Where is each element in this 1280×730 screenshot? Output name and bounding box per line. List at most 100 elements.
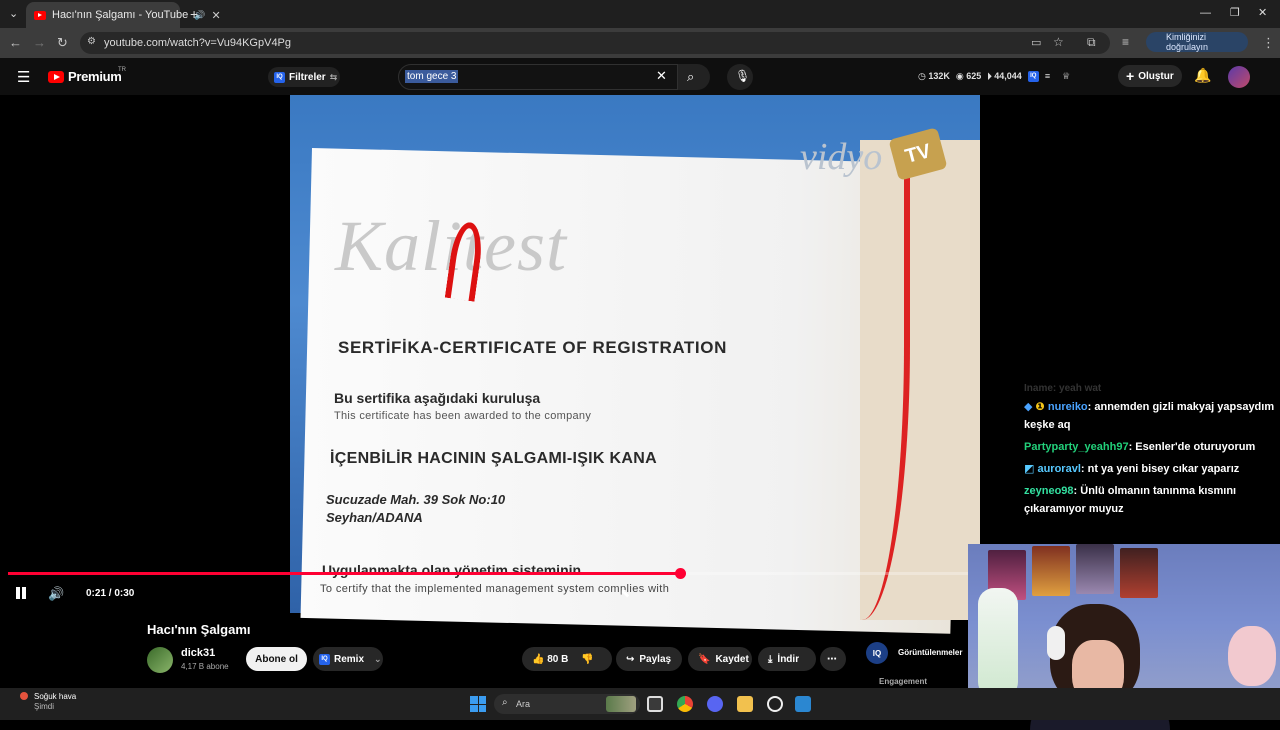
progress-played	[8, 572, 680, 575]
share-label: Paylaş	[639, 653, 672, 665]
bookmark-icon: 🔖	[698, 653, 711, 665]
address-line-1: Sucuzade Mah. 39 Sok No:10	[326, 492, 506, 507]
identity-button[interactable]: Kimliğinizi doğrulayın	[1146, 32, 1248, 52]
youtube-logo-text[interactable]: Premium	[68, 69, 122, 84]
time-display: 0:21 / 0:30	[86, 588, 135, 599]
wall-poster	[1120, 548, 1158, 598]
maximize-icon[interactable]: ❐	[1230, 6, 1240, 19]
channel-avatar[interactable]	[147, 647, 173, 673]
tab-list-chevron-icon[interactable]: ⌄	[9, 7, 18, 20]
account-avatar[interactable]	[1228, 66, 1250, 88]
bookmark-star-icon[interactable]: ☆	[1053, 35, 1064, 49]
chat-username: nureiko	[1047, 401, 1088, 413]
save-button[interactable]: 🔖 Kaydet	[688, 647, 752, 671]
video-title: Hacı'nın Şalgamı	[147, 622, 251, 637]
weather-widget[interactable]: Soğuk hava Şimdi	[34, 692, 76, 712]
chat-username: auroravl	[1037, 463, 1081, 475]
address-line-2: Seyhan/ADANA	[326, 510, 423, 525]
share-icon: ↪	[626, 653, 635, 665]
photos-icon[interactable]	[795, 696, 811, 712]
weather-icon[interactable]	[20, 692, 28, 700]
iq-badge-icon: IQ	[274, 71, 285, 83]
engagement-title: Görüntülenmeler	[898, 648, 963, 657]
webcam-plush-toy	[1228, 626, 1276, 686]
chat-badge-icon: ❶	[1035, 401, 1045, 413]
filters-button[interactable]: IQ Filtreler ⇆	[268, 67, 340, 87]
certificate-footer-en: To certify that the implemented manageme…	[320, 583, 670, 595]
windows-taskbar	[0, 688, 1280, 720]
queue-icon[interactable]: ≡	[1045, 71, 1050, 82]
browser-menu-icon[interactable]: ⋮	[1262, 35, 1275, 51]
certificate-heading: SERTİFİKA-CERTIFICATE OF REGISTRATION	[338, 338, 727, 357]
chat-badge-icon: ◆	[1024, 401, 1033, 413]
voice-search-button[interactable]: 🎙	[727, 64, 753, 90]
identity-label: Kimliğinizi doğrulayın	[1166, 32, 1209, 52]
url-field[interactable]: youtube.com/watch?v=Vu94KGpV4Pg	[80, 32, 1110, 54]
discord-icon[interactable]	[707, 696, 723, 712]
search-highlight-icon[interactable]	[606, 696, 636, 712]
certificate-footer-tr: Uygulanmakta olan yönetim sisteminin	[322, 562, 582, 578]
chat-message: ◩ auroravl: nt ya yeni bisey cıkar yapar…	[1024, 460, 1276, 478]
notifications-bell-icon[interactable]: 🔔	[1194, 67, 1211, 84]
volume-icon[interactable]: 🔊	[48, 586, 64, 602]
share-button[interactable]: ↪ Paylaş	[616, 647, 682, 671]
save-label: Kaydet	[715, 653, 749, 665]
mouse-cursor-icon: ⬉	[620, 586, 631, 600]
thumbs-up-icon: 👍	[532, 653, 545, 665]
remix-button[interactable]: IQ Remix ⌄	[313, 647, 383, 671]
streamer-headset	[1047, 626, 1065, 660]
filters-label: Filtreler	[289, 71, 326, 83]
reading-list-icon[interactable]: ≡	[1122, 35, 1129, 49]
hamburger-menu-icon[interactable]: ☰	[17, 68, 30, 86]
back-icon[interactable]: ←	[9, 35, 22, 50]
subscribe-button[interactable]: Abone ol	[246, 647, 307, 671]
tab-close-icon[interactable]: ✕	[211, 9, 220, 22]
certificate-company: İÇENBİLİR HACININ ŞALGAMI-IŞIK KANA	[330, 450, 657, 467]
iq-extension-icon[interactable]: IQ	[1027, 71, 1039, 82]
create-label: Oluştur	[1138, 70, 1174, 82]
chat-username: Partyparty_yeahh97	[1024, 441, 1129, 453]
extensions-icon[interactable]: ⧉	[1087, 35, 1096, 50]
pause-button[interactable]	[14, 586, 28, 600]
wall-poster	[1032, 546, 1070, 596]
engagement-subtitle: Engagement	[879, 677, 928, 686]
create-button[interactable]: + Oluştur	[1118, 65, 1182, 87]
chat-username: zeyneo98	[1024, 485, 1074, 497]
thumbs-down-icon: 👎	[581, 653, 594, 665]
close-window-icon[interactable]: ✕	[1258, 6, 1267, 19]
cast-icon[interactable]: ▭	[1031, 36, 1041, 49]
trophy-icon[interactable]: ♕	[1062, 71, 1070, 82]
forward-icon[interactable]: →	[33, 35, 46, 50]
download-button[interactable]: ⤓ İndir	[758, 647, 816, 671]
chat-message: Partyparty_yeahh97: Esenler'de oturuyoru…	[1024, 438, 1276, 456]
dislike-button[interactable]: 👎	[581, 654, 593, 665]
windows-start-icon[interactable]	[470, 696, 486, 712]
sliders-icon: ⇆	[329, 71, 338, 82]
site-info-icon[interactable]: ⚙	[87, 36, 96, 47]
obs-icon[interactable]	[767, 696, 783, 712]
minimize-icon[interactable]: —	[1200, 7, 1211, 19]
certificate-line-tr: Bu sertifika aşağıdaki kuruluşa	[334, 390, 541, 406]
stat-views: ◷ 132K	[918, 71, 950, 81]
file-explorer-icon[interactable]	[737, 696, 753, 712]
certificate-address: Sucuzade Mah. 39 Sok No:10 Seyhan/ADANA	[326, 491, 505, 527]
tab-title: Hacı'nın Şalgamı - YouTube	[52, 9, 189, 21]
clear-search-icon[interactable]: ✕	[656, 68, 667, 84]
more-actions-button[interactable]: ⋯	[820, 647, 846, 671]
new-tab-button[interactable]: +	[190, 6, 198, 22]
chrome-icon[interactable]	[677, 696, 693, 712]
progress-scrubber[interactable]	[675, 568, 686, 579]
logo-region: TR	[118, 67, 126, 73]
youtube-logo-icon[interactable]	[48, 71, 64, 83]
task-view-icon[interactable]	[647, 696, 663, 712]
url-text: youtube.com/watch?v=Vu94KGpV4Pg	[104, 37, 292, 49]
iq-engagement-icon[interactable]: IQ	[866, 642, 888, 664]
search-button[interactable]: ⌕	[678, 64, 710, 90]
like-button[interactable]: 👍 80 B	[532, 654, 568, 665]
like-count: 80 B	[547, 653, 569, 665]
reload-icon[interactable]: ↻	[57, 35, 68, 51]
channel-name[interactable]: dick31	[181, 647, 215, 659]
browser-tab[interactable]: Hacı'nın Şalgamı - YouTube 🔊 ✕	[26, 2, 221, 28]
more-icon: ⋯	[827, 653, 837, 665]
chat-message: zeyneo98: Ünlü olmanın tanınma kısmını ç…	[1024, 482, 1276, 518]
